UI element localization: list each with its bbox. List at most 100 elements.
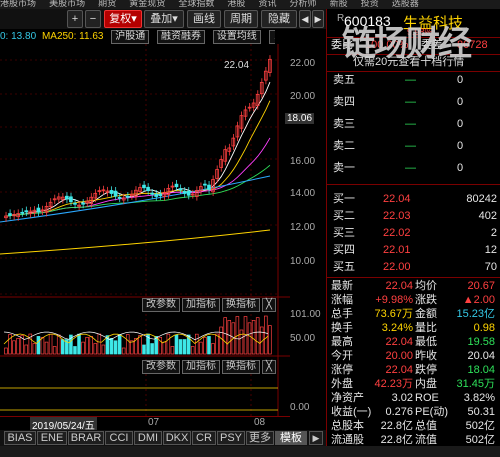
candle-body [174,183,179,188]
stat-row: 总股本 22.8亿 总值 502亿 [327,419,497,433]
zoom-in-button[interactable]: + [67,10,83,28]
candle-body [8,213,12,216]
stat-value: 502亿 [465,420,495,432]
ma-legend: 0: 13.80 MA250: 11.63 沪股通 融资融券 设置均线 ▲ [0,30,275,44]
zoom-out-button[interactable]: − [85,10,101,28]
menu-item-us[interactable]: 美股市场 [49,0,85,8]
ma-settings-button[interactable]: 设置均线 [212,30,261,44]
edit-params-button[interactable]: 改参数 [142,360,180,374]
close-icon[interactable]: ╳ [262,360,276,374]
add-indicator-button[interactable]: 加指标 [182,298,220,312]
volume-bar [60,339,65,355]
stat-value: 22.8亿 [380,434,413,446]
volume-bar [4,347,8,355]
switch-indicator-button[interactable]: 换指标 [222,360,260,374]
menu-item-futures[interactable]: 期货 [98,0,116,8]
menu-item-invest[interactable]: 投资 [361,0,379,8]
buy-price: 22.00 [383,261,411,273]
buy-row[interactable]: 买二 22.03 402 [327,209,497,224]
top-menu-bar: 港股市场 美股市场 期货 黄金现货 全球指数 港股 资讯 分析师 新股 投资 选… [0,0,500,9]
stat-label: 总股本 [331,420,364,432]
close-icon[interactable]: ╳ [262,298,276,312]
tab-more[interactable]: 更多 [246,431,274,445]
hide-dropdown[interactable]: 隐藏 [261,10,297,28]
sell-label: 卖一 [333,162,355,174]
volume-bar [199,341,203,355]
sell-row[interactable]: 卖四 — 0 [327,95,497,110]
buy-row[interactable]: 买一 22.04 80242 [327,192,497,207]
stat-value: 22.04 [385,336,413,348]
chevron-right-icon[interactable]: ▶ [309,431,323,445]
draw-line-button[interactable]: 画线 [187,10,221,28]
menu-item-screener[interactable]: 选股器 [392,0,419,8]
volume-bar [101,344,106,355]
chevron-right-icon[interactable]: ▶ [312,10,324,28]
candle-body [113,190,118,197]
stat-label: 流值 [415,434,437,446]
overlay-dropdown[interactable]: 叠加▾ [144,10,184,28]
sell-row[interactable]: 卖二 — 0 [327,139,497,154]
fuquan-dropdown[interactable]: 复权▾ [104,10,142,28]
volume-bar [16,338,20,355]
stat-label: 总值 [415,420,437,432]
stat-value: 20.00 [385,350,413,362]
stat-label: 最高 [331,336,353,348]
volume-bar [162,341,167,355]
stat-label: 今开 [331,350,353,362]
volume-bar [268,325,272,355]
switch-indicator-button[interactable]: 换指标 [222,298,260,312]
tab-bias[interactable]: BIAS [4,431,36,445]
tab-psy[interactable]: PSY [217,431,245,445]
stat-value: 20.67 [467,280,495,292]
volume-bar [227,320,232,355]
menu-item-hkstock[interactable]: 港股 [227,0,245,8]
edit-params-button[interactable]: 改参数 [142,298,180,312]
tab-cr[interactable]: CR [192,431,216,445]
menu-item-ipo[interactable]: 新股 [330,0,348,8]
tab-dkx[interactable]: DKX [163,431,191,445]
up-arrow-icon[interactable]: ▲ [268,30,275,44]
add-indicator-button[interactable]: 加指标 [182,360,220,374]
stat-value: 3.82% [463,392,495,404]
stat-row: 涨幅 +9.98% 涨跌 ▲2.00 [327,293,497,307]
stat-label: 收益(一) [331,406,372,418]
menu-item-hk[interactable]: 港股市场 [0,0,36,8]
cycle-button[interactable]: 周期 [224,10,258,28]
margin-button[interactable]: 融资融券 [157,30,206,44]
sell-price: — [405,74,416,86]
tab-dmi[interactable]: DMI [134,431,162,445]
volume-bar [130,340,134,355]
volume-bar [223,317,227,355]
sell-row[interactable]: 卖三 — 0 [327,117,497,132]
volume-bar [81,341,85,355]
menu-item-news[interactable]: 资讯 [258,0,276,8]
candle-body [178,188,183,191]
stat-row: 流通股 22.8亿 流值 502亿 [327,433,497,447]
stat-label: 换手 [331,322,353,334]
volume-bar [89,336,93,355]
buy-volume: 12 [484,244,497,256]
peak-price-label: 22.04 [224,60,250,71]
stat-value: 73.67万 [374,308,413,320]
tab-cci[interactable]: CCI [105,431,133,445]
stat-row: 今开 20.00 昨收 20.04 [327,349,497,363]
menu-item-gold[interactable]: 黄金现货 [129,0,165,8]
y-label-20: 20.00 [290,91,316,102]
sell-row[interactable]: 卖五 — 0 [327,73,497,88]
candle-body [65,195,69,200]
chevron-left-icon[interactable]: ◀ [299,10,311,28]
hgt-button[interactable]: 沪股通 [111,30,150,44]
menu-item-analyst[interactable]: 分析师 [290,0,317,8]
volume-bar [166,333,171,355]
buy-row[interactable]: 买四 22.01 12 [327,243,497,258]
stat-value: 22.04 [385,280,413,292]
buy-row[interactable]: 买三 22.02 2 [327,226,497,241]
sub-y-label-101: 101.00 [290,309,321,320]
tab-template[interactable]: 模板 [275,431,307,445]
tab-ene[interactable]: ENE [37,431,67,445]
buy-row[interactable]: 买五 22.00 70 [327,260,497,275]
menu-item-global[interactable]: 全球指数 [178,0,214,8]
tab-brar[interactable]: BRAR [68,431,104,445]
volume-bar [52,346,57,355]
sell-row[interactable]: 卖一 — 0 [327,161,497,176]
